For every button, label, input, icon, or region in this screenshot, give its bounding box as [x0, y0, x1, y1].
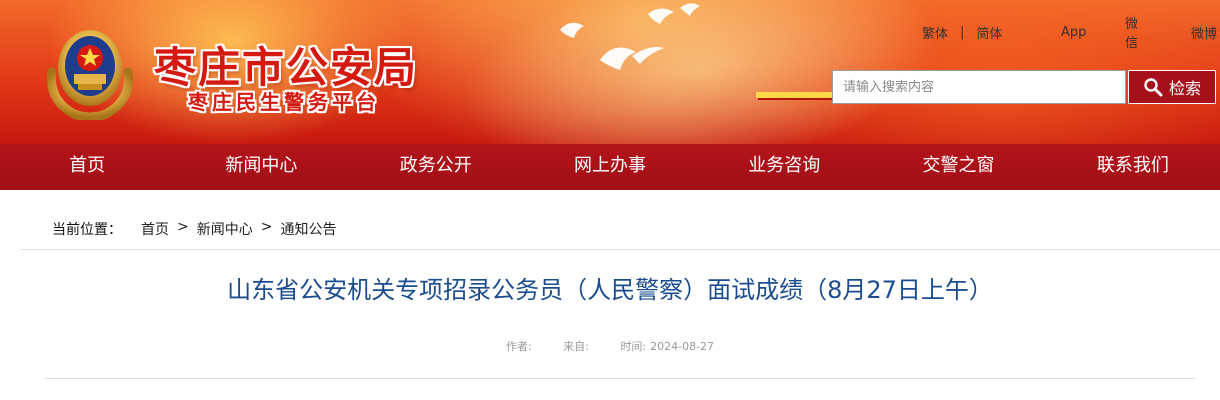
- nav-item-government-affairs[interactable]: 政务公开: [349, 144, 523, 190]
- article-source-label: 来自:: [563, 340, 589, 353]
- doves-decoration-icon: [560, 3, 700, 70]
- article-time-value: 2024-08-27: [650, 340, 715, 353]
- breadcrumb-label: 当前位置：: [52, 222, 122, 238]
- breadcrumb: 当前位置： 首页 > 新闻中心 > 通知公告: [20, 207, 1220, 250]
- breadcrumb-separator: >: [260, 219, 273, 235]
- nav-item-business-consulting[interactable]: 业务咨询: [697, 144, 871, 190]
- nav-item-home[interactable]: 首页: [0, 144, 174, 190]
- article-title: 山东省公安机关专项招录公务员（人民警察）面试成绩（8月27日上午）: [227, 276, 993, 304]
- search-button[interactable]: 检索: [1128, 70, 1216, 104]
- nav-item-traffic-police[interactable]: 交警之窗: [871, 144, 1045, 190]
- breadcrumb-path: 首页 > 新闻中心 > 通知公告: [141, 219, 336, 239]
- search-input[interactable]: [832, 70, 1126, 104]
- weibo-link[interactable]: 微博: [1191, 23, 1217, 42]
- app-link[interactable]: App: [1061, 25, 1086, 40]
- article-time-label: 时间:: [620, 340, 647, 353]
- article-divider: [45, 378, 1195, 379]
- breadcrumb-separator: >: [177, 219, 189, 235]
- simplified-chinese-link[interactable]: 简体: [976, 23, 1002, 42]
- article-time: 时间: 2024-08-27: [620, 340, 714, 353]
- traditional-chinese-link[interactable]: 繁体: [922, 23, 948, 42]
- main-nav: 首页 新闻中心 政务公开 网上办事 业务咨询 交警之窗 联系我们: [0, 144, 1220, 190]
- breadcrumb-notices-link[interactable]: 通知公告: [280, 219, 336, 239]
- article-author-label: 作者:: [505, 340, 532, 353]
- top-links-separator: |: [960, 24, 965, 40]
- nav-item-contact-us[interactable]: 联系我们: [1046, 144, 1220, 190]
- police-emblem-icon: [46, 30, 134, 120]
- site-subtitle: 枣庄民生警务平台: [188, 90, 380, 114]
- search-button-label: 检索: [1168, 79, 1201, 98]
- search-icon: [1144, 78, 1163, 97]
- article-meta: 作者: 来自: 时间: 2024-08-27: [0, 338, 1220, 354]
- breadcrumb-news-center-link[interactable]: 新闻中心: [197, 219, 253, 239]
- top-links: 繁体 | 简体 App 微信 微博: [922, 17, 1217, 51]
- nav-item-online-services[interactable]: 网上办事: [523, 144, 697, 190]
- nav-item-news-center[interactable]: 新闻中心: [174, 144, 348, 190]
- header-banner: 枣庄市公安局 枣庄民生警务平台 繁体 | 简体 App 微信 微博 检索: [0, 0, 1220, 144]
- breadcrumb-home-link[interactable]: 首页: [141, 219, 169, 239]
- wechat-link[interactable]: 微信: [1125, 13, 1138, 51]
